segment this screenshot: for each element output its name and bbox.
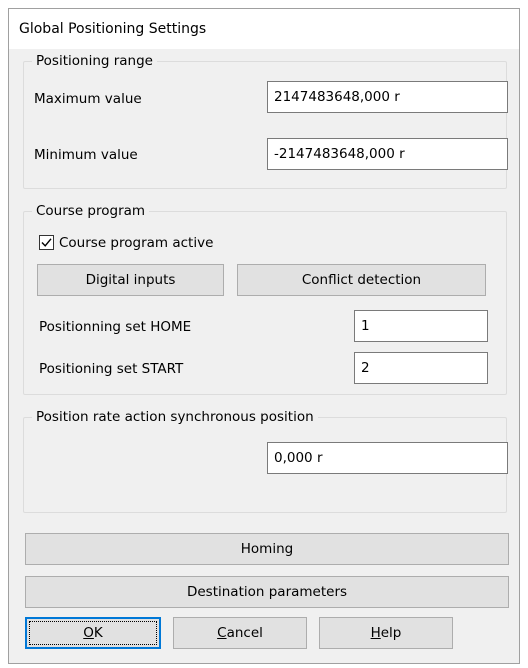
global-positioning-dialog: Global Positioning Settings Positioning … — [8, 8, 520, 664]
dialog-title: Global Positioning Settings — [9, 9, 519, 49]
help-label-rest: elp — [380, 625, 402, 641]
homing-button[interactable]: Homing — [25, 533, 509, 565]
course-program-active-label[interactable]: Course program active — [59, 234, 213, 252]
checkmark-icon — [41, 238, 52, 247]
positioning-range-title: Positioning range — [32, 52, 157, 70]
minimum-value-label: Minimum value — [34, 147, 138, 163]
cancel-button[interactable]: Cancel — [173, 617, 307, 649]
course-program-title: Course program — [32, 202, 150, 220]
start-set-label: Positioning set START — [39, 361, 184, 377]
minimum-value-field[interactable]: -2147483648,000 r — [267, 138, 508, 170]
conflict-detection-button[interactable]: Conflict detection — [237, 264, 486, 296]
course-program-group: Course program Course program active Dig… — [23, 202, 507, 395]
home-set-field[interactable]: 1 — [354, 310, 488, 342]
maximum-value-field[interactable]: 2147483648,000 r — [267, 81, 508, 113]
cancel-mnemonic: C — [217, 625, 227, 641]
home-set-label: Positionning set HOME — [39, 319, 192, 335]
cancel-label-rest: ancel — [226, 625, 263, 641]
maximum-value-label: Maximum value — [34, 91, 142, 107]
help-mnemonic: H — [370, 625, 381, 641]
sync-position-title: Position rate action synchronous positio… — [32, 408, 318, 426]
ok-button[interactable]: OK — [25, 617, 161, 649]
digital-inputs-button[interactable]: Digital inputs — [37, 264, 224, 296]
destination-parameters-button[interactable]: Destination parameters — [25, 576, 509, 608]
start-set-field[interactable]: 2 — [354, 352, 488, 384]
sync-position-group: Position rate action synchronous positio… — [23, 408, 508, 513]
sync-position-field[interactable]: 0,000 r — [267, 442, 508, 474]
course-program-active-checkbox[interactable] — [39, 235, 54, 250]
focus-rectangle — [29, 621, 157, 645]
help-button[interactable]: Help — [319, 617, 453, 649]
positioning-range-group: Positioning range Maximum value 21474836… — [23, 52, 508, 189]
